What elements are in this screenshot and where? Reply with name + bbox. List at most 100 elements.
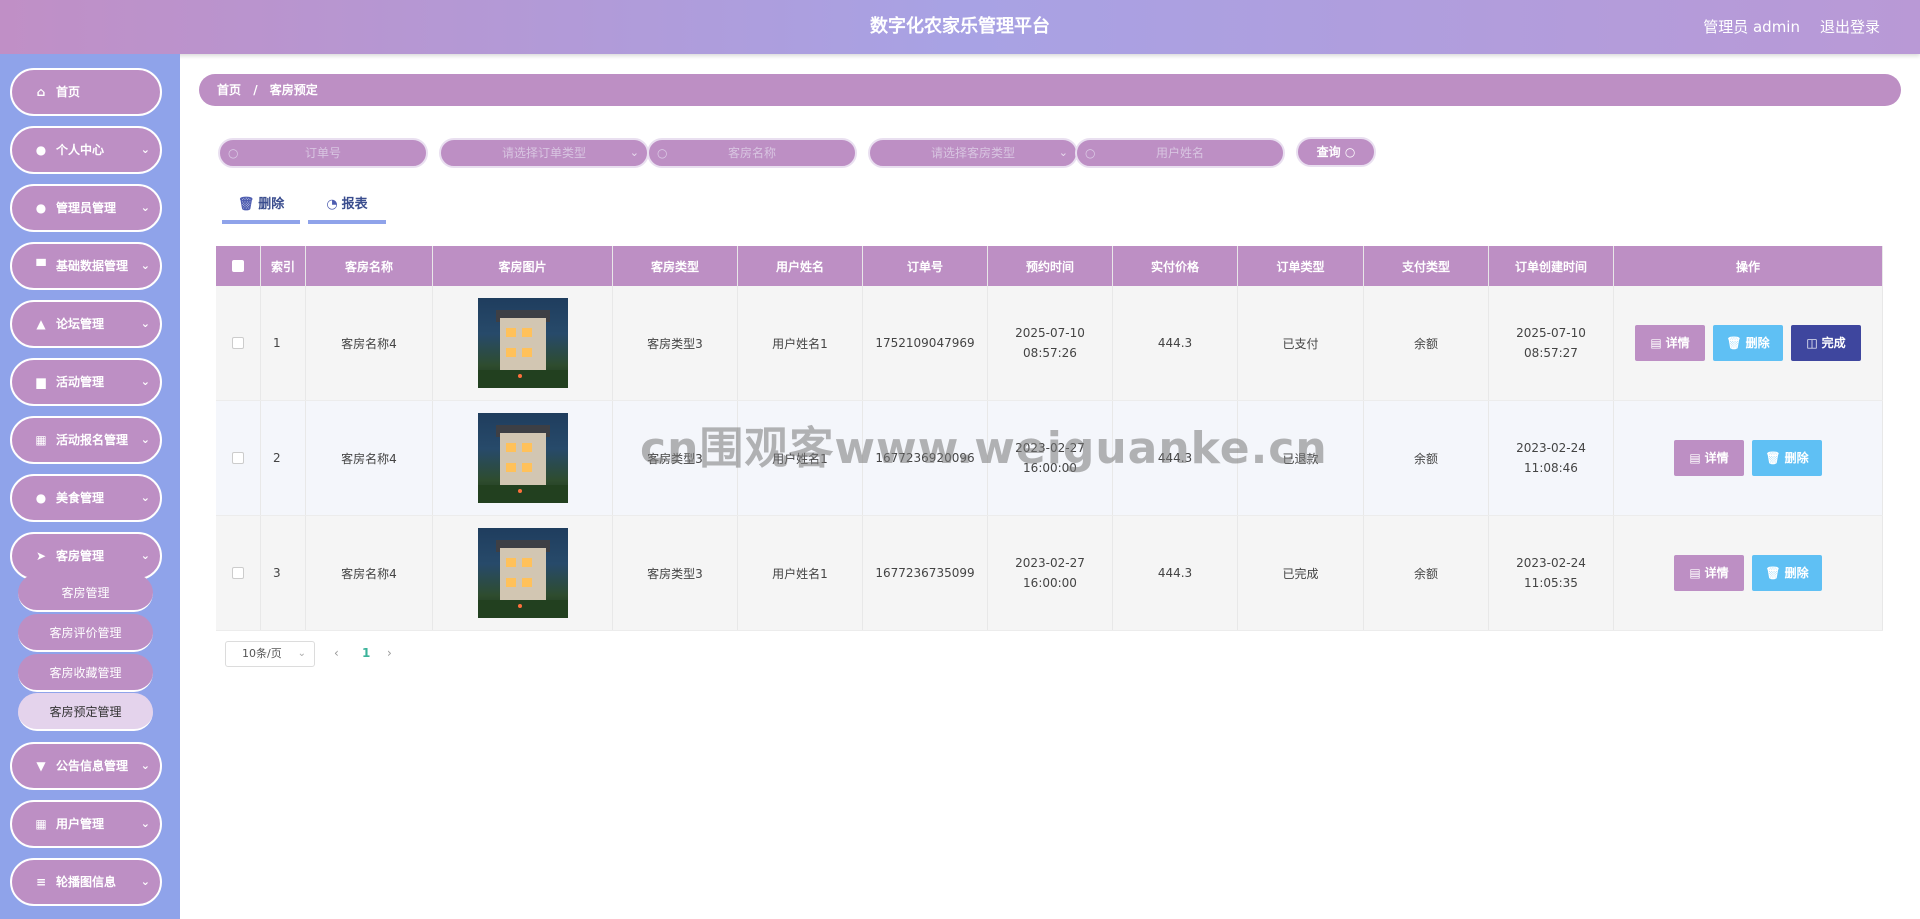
- pay-type: 余额: [1413, 451, 1438, 466]
- sidebar-item-9[interactable]: ▼ 公告信息管理 ⌄: [10, 742, 162, 790]
- prev-page-button[interactable]: ‹: [334, 643, 339, 663]
- sidebar-item-3[interactable]: ▀ 基础数据管理 ⌄: [10, 242, 162, 290]
- sidebar-item-1[interactable]: ● 个人中心 ⌄: [10, 126, 162, 174]
- table-row: 1 客房名称4 客房类型3 用户姓名1 1752109047969 2025-07-10 …: [216, 286, 1883, 401]
- column-header: 操作: [1614, 246, 1883, 286]
- reserve-time-cell: 2025-07-10 08:57:26: [988, 286, 1113, 400]
- sidebar-subitem-2[interactable]: 客房收藏管理: [18, 654, 153, 692]
- query-button[interactable]: 查询 ○: [1296, 137, 1376, 167]
- order-no: 1752109047969: [875, 336, 975, 350]
- admin-label: 管理员 admin: [1703, 18, 1800, 36]
- room-image[interactable]: [477, 298, 568, 388]
- column-header: 客房名称: [306, 246, 433, 286]
- sidebar-item-label: 论坛管理: [56, 317, 105, 331]
- detail-button[interactable]: ▤ 详情: [1674, 440, 1744, 476]
- trash-icon: 🗑: [1726, 336, 1742, 350]
- finish-button[interactable]: ◫ 完成: [1791, 325, 1861, 361]
- sidebar-item-8[interactable]: ➤ 客房管理 ⌄: [10, 532, 162, 580]
- sidebar-item-label: 基础数据管理: [56, 259, 129, 273]
- user-name-input[interactable]: ○ 用户姓名: [1075, 138, 1285, 168]
- watermark: cn围观客www.weiguanke.cn: [640, 423, 1328, 474]
- reserve-time: 2023-02-27 16:00:00: [1015, 556, 1085, 590]
- report-button[interactable]: ◔ 报表: [308, 192, 386, 224]
- pay-type-cell: 余额: [1364, 286, 1489, 400]
- index: 3: [273, 566, 281, 580]
- sidebar-item-label: 首页: [56, 85, 81, 99]
- grid-icon: ▦: [35, 817, 47, 831]
- chevron-down-icon: ⌄: [629, 146, 639, 159]
- price-cell: 444.3: [1113, 286, 1238, 400]
- delete-button-label: 删除: [1784, 566, 1809, 580]
- sidebar-item-label: 轮播图信息: [56, 875, 117, 889]
- order-no-input[interactable]: ○ 订单号: [218, 138, 428, 168]
- sidebar-item-2[interactable]: ● 管理员管理 ⌄: [10, 184, 162, 232]
- next-page-button[interactable]: ›: [387, 643, 392, 663]
- chevron-down-icon: ⌄: [140, 259, 150, 272]
- column-header: 索引: [261, 246, 306, 286]
- sidebar-item-11[interactable]: ≡ 轮播图信息 ⌄: [10, 858, 162, 906]
- room-type-cell: 客房类型3: [613, 516, 738, 630]
- column-header: 订单创建时间: [1489, 246, 1614, 286]
- sidebar-item-5[interactable]: ▆ 活动管理 ⌄: [10, 358, 162, 406]
- detail-button[interactable]: ▤ 详情: [1635, 325, 1705, 361]
- room-type-cell: 客房类型3: [613, 286, 738, 400]
- sidebar-item-6[interactable]: ▦ 活动报名管理 ⌄: [10, 416, 162, 464]
- chevron-down-icon: ⌄: [140, 491, 150, 504]
- breadcrumb-home[interactable]: 首页: [217, 83, 241, 97]
- sidebar-item-10[interactable]: ▦ 用户管理 ⌄: [10, 800, 162, 848]
- order-type-cell: 已支付: [1238, 286, 1364, 400]
- order-type: 已支付: [1282, 336, 1319, 351]
- bulk-delete-button[interactable]: 🗑 删除: [222, 192, 300, 224]
- chevron-down-icon: ⌄: [140, 433, 150, 446]
- column-header: 支付类型: [1364, 246, 1489, 286]
- detail-button[interactable]: ▤ 详情: [1674, 555, 1744, 591]
- user-icon: ●: [35, 201, 47, 215]
- sidebar-subitem-0[interactable]: 客房管理: [18, 574, 153, 612]
- room-type-select[interactable]: 请选择客房类型 ⌄: [868, 138, 1078, 168]
- delete-button[interactable]: 🗑 删除: [1752, 440, 1822, 476]
- grid-icon: ▦: [35, 433, 47, 447]
- pay-type: 余额: [1413, 336, 1438, 351]
- select-all-checkbox[interactable]: [232, 260, 244, 272]
- index: 1: [273, 336, 281, 350]
- sidebar-item-0[interactable]: ⌂ 首页: [10, 68, 162, 116]
- created: 2023-02-24 11:05:35: [1516, 556, 1586, 590]
- created: 2023-02-24 11:08:46: [1516, 441, 1586, 475]
- trash-icon: 🗑: [1765, 451, 1781, 465]
- room-image-cell: [433, 516, 613, 630]
- room-name: 客房名称4: [341, 451, 397, 466]
- index: 2: [273, 451, 281, 465]
- delete-button[interactable]: 🗑 删除: [1713, 325, 1783, 361]
- logout-link[interactable]: 退出登录: [1820, 0, 1880, 54]
- row-checkbox[interactable]: [232, 337, 244, 349]
- delete-button[interactable]: 🗑 删除: [1752, 555, 1822, 591]
- room-type: 客房类型3: [647, 566, 703, 581]
- order-type-select[interactable]: 请选择订单类型 ⌄: [439, 138, 649, 168]
- sidebar-subitem-1[interactable]: 客房评价管理: [18, 614, 153, 652]
- chevron-down-icon: ⌄: [1058, 146, 1068, 159]
- top-header: 数字化农家乐管理平台 管理员 admin 退出登录: [0, 0, 1920, 54]
- pay-type-cell: 余额: [1364, 516, 1489, 630]
- search-icon: ○: [228, 146, 239, 160]
- report-label: 报表: [341, 197, 368, 212]
- sidebar-item-label: 个人中心: [56, 143, 105, 157]
- room-name-input[interactable]: ○ 客房名称: [647, 138, 857, 168]
- page-1-button[interactable]: 1: [362, 643, 370, 663]
- table-row: 3 客房名称4 客房类型3 用户姓名1 1677236735099 2023-02-27 …: [216, 516, 1883, 631]
- pie-chart-icon: ◔: [326, 197, 338, 212]
- sidebar: ⌂ 首页 ● 个人中心 ⌄ ● 管理员管理 ⌄ ▀ 基础数据管理 ⌄ ▲ 论坛管理 ⌄ ▆ 活动管理 ⌄ ▦ 活动报…: [0, 54, 180, 919]
- breadcrumb: 首页 / 客房预定: [199, 74, 1901, 106]
- sidebar-subitem-3[interactable]: 客房预定管理: [18, 693, 153, 731]
- row-checkbox[interactable]: [232, 567, 244, 579]
- page-size-select[interactable]: 10条/页 ⌄: [225, 641, 315, 667]
- operations-cell: ▤ 详情 🗑 删除: [1614, 516, 1883, 630]
- sidebar-item-7[interactable]: ● 美食管理 ⌄: [10, 474, 162, 522]
- room-name-cell: 客房名称4: [306, 286, 433, 400]
- row-checkbox[interactable]: [232, 452, 244, 464]
- room-image[interactable]: [477, 413, 568, 503]
- column-header: 订单号: [863, 246, 988, 286]
- sidebar-item-4[interactable]: ▲ 论坛管理 ⌄: [10, 300, 162, 348]
- room-image[interactable]: [477, 528, 568, 618]
- page-size-label: 10条/页: [242, 647, 282, 660]
- delete-button-label: 删除: [1784, 451, 1809, 465]
